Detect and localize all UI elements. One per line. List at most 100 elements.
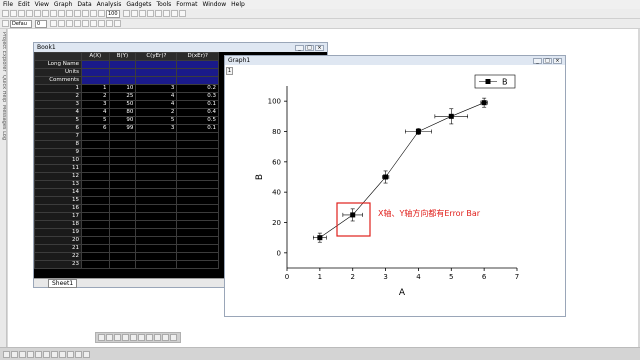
data-cell[interactable] <box>176 148 219 157</box>
data-cell[interactable] <box>81 204 110 213</box>
subscript-button[interactable] <box>82 20 89 27</box>
workbook-titlebar[interactable]: Book1 _ □ × <box>34 43 327 52</box>
data-cell[interactable] <box>81 172 110 181</box>
header-cell[interactable] <box>135 68 178 77</box>
duplicate-button[interactable] <box>66 10 73 17</box>
menu-view[interactable]: View <box>35 0 49 9</box>
arrow-tool-button[interactable] <box>3 350 10 358</box>
graph-window[interactable]: Graph1 _ □ × 1 0 1 2 3 4 5 6 7 0 20 40 60 80 100 A B B X轴… <box>224 55 566 317</box>
annotation-tool-button[interactable] <box>43 350 50 358</box>
data-cell[interactable] <box>176 172 219 181</box>
menu-help[interactable]: Help <box>231 0 245 9</box>
data-cell[interactable]: 0.4 <box>176 108 219 117</box>
data-cell[interactable]: 0.1 <box>176 100 219 109</box>
add-text-button[interactable] <box>178 10 186 17</box>
data-cell[interactable] <box>108 228 137 237</box>
data-cell[interactable] <box>176 228 219 237</box>
data-cell[interactable] <box>135 204 178 213</box>
minimize-button[interactable]: _ <box>533 57 542 64</box>
data-cell[interactable]: 50 <box>108 100 137 109</box>
data-cell[interactable] <box>135 164 178 173</box>
row-number[interactable]: 10 <box>34 156 82 165</box>
data-cell[interactable]: 0.3 <box>176 92 219 101</box>
merge-button[interactable] <box>162 10 170 17</box>
row-number[interactable]: 6 <box>34 124 82 133</box>
data-cell[interactable] <box>81 164 110 173</box>
script-button[interactable] <box>82 10 89 17</box>
header-cell[interactable] <box>176 60 219 69</box>
data-cell[interactable] <box>135 140 178 149</box>
data-cell[interactable] <box>81 212 110 221</box>
header-cell[interactable] <box>108 76 137 85</box>
rescale-button[interactable] <box>146 10 154 17</box>
row-number[interactable]: 12 <box>34 172 82 181</box>
data-cell[interactable] <box>176 260 219 269</box>
row-number[interactable]: 11 <box>34 164 82 173</box>
data-cell[interactable] <box>108 204 137 213</box>
data-cell[interactable] <box>176 156 219 165</box>
menu-edit[interactable]: Edit <box>18 0 30 9</box>
row-number[interactable]: 16 <box>34 204 82 213</box>
header-cell[interactable] <box>135 76 178 85</box>
zoom-tool-button[interactable] <box>11 350 18 358</box>
data-cell[interactable] <box>108 236 137 245</box>
font-size-select[interactable]: 0 <box>35 19 47 28</box>
data-cell[interactable] <box>135 212 178 221</box>
header-cell[interactable] <box>176 68 219 77</box>
data-cell[interactable] <box>135 244 178 253</box>
data-cell[interactable] <box>135 188 178 197</box>
data-cell[interactable] <box>108 252 137 261</box>
data-cell[interactable]: 90 <box>108 116 137 125</box>
data-cell[interactable] <box>108 260 137 269</box>
window-cascade-button[interactable] <box>106 334 113 341</box>
header-cell[interactable] <box>176 76 219 85</box>
data-cell[interactable]: 0.5 <box>176 116 219 125</box>
style-icon[interactable] <box>2 20 9 27</box>
menu-data[interactable]: Data <box>77 0 91 9</box>
data-reader-button[interactable] <box>35 350 42 358</box>
data-cell[interactable] <box>108 172 137 181</box>
data-cell[interactable] <box>81 132 110 141</box>
data-cell[interactable] <box>81 180 110 189</box>
row-number[interactable]: 13 <box>34 180 82 189</box>
data-cell[interactable] <box>81 228 110 237</box>
project-explorer-tab[interactable]: Project Explorer <box>1 32 6 72</box>
data-cell[interactable]: 25 <box>108 92 137 101</box>
window-list-button[interactable] <box>146 334 153 341</box>
data-cell[interactable] <box>176 140 219 149</box>
data-cell[interactable] <box>135 132 178 141</box>
menu-gadgets[interactable]: Gadgets <box>126 0 151 9</box>
data-cell[interactable] <box>108 156 137 165</box>
sheet-tab[interactable]: Sheet1 <box>48 278 78 288</box>
menu-graph[interactable]: Graph <box>54 0 72 9</box>
data-cell[interactable] <box>176 220 219 229</box>
menu-analysis[interactable]: Analysis <box>97 0 122 9</box>
data-cell[interactable]: 2 <box>81 92 110 101</box>
row-number[interactable]: 14 <box>34 188 82 197</box>
window-minimize-all-button[interactable] <box>122 334 129 341</box>
messages-log-tab[interactable]: Messages Log <box>1 105 6 140</box>
column-header[interactable]: A(X) <box>81 52 110 61</box>
row-number[interactable]: 18 <box>34 220 82 229</box>
header-cell[interactable] <box>81 76 110 85</box>
data-cell[interactable]: 99 <box>108 124 137 133</box>
refresh-button[interactable] <box>58 10 65 17</box>
data-cell[interactable] <box>176 252 219 261</box>
data-cell[interactable] <box>176 132 219 141</box>
data-cell[interactable] <box>81 252 110 261</box>
data-cell[interactable] <box>176 164 219 173</box>
window-close-button[interactable] <box>138 334 145 341</box>
row-number[interactable]: 17 <box>34 212 82 221</box>
new-layout-button[interactable] <box>170 10 178 17</box>
data-cell[interactable] <box>135 156 178 165</box>
data-cell[interactable] <box>108 132 137 141</box>
row-number[interactable]: 7 <box>34 132 82 141</box>
superscript-button[interactable] <box>74 20 81 27</box>
data-cell[interactable] <box>135 148 178 157</box>
window-arrange-button[interactable] <box>114 334 121 341</box>
header-row-label[interactable]: Comments <box>34 76 82 85</box>
data-cell[interactable]: 4 <box>81 108 110 117</box>
row-number[interactable]: 1 <box>34 84 82 93</box>
header-cell[interactable] <box>81 60 110 69</box>
results-log-button[interactable] <box>90 10 97 17</box>
